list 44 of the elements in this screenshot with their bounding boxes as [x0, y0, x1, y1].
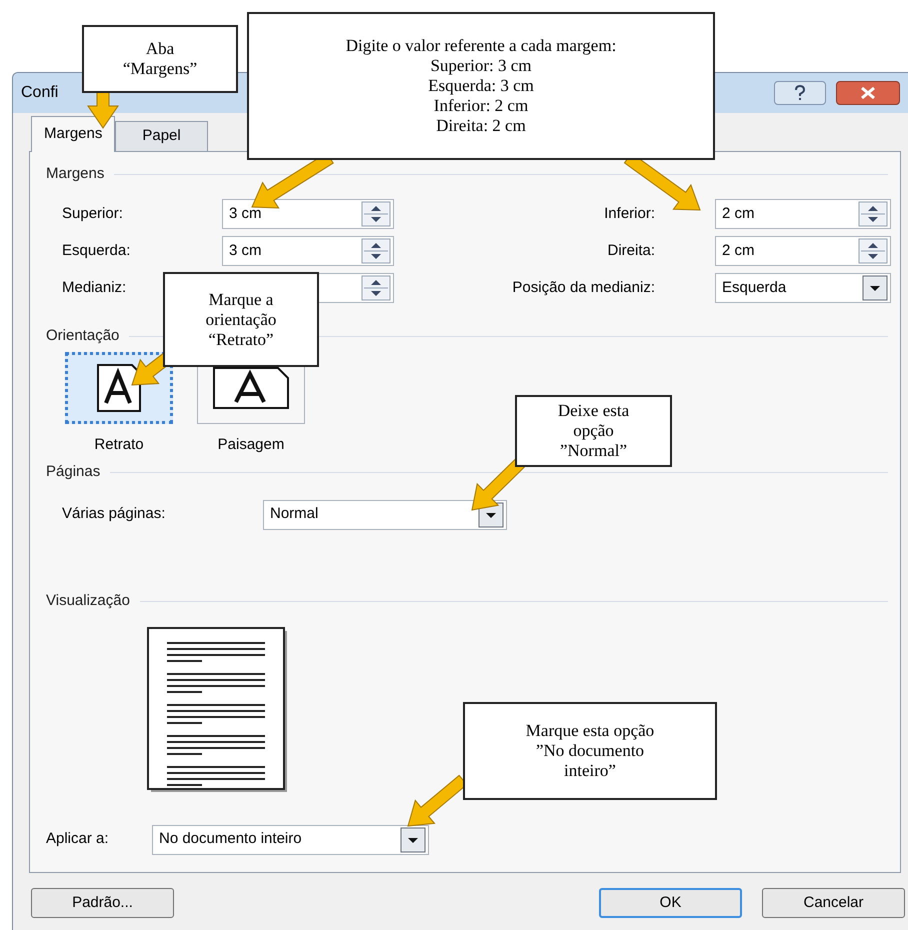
- help-icon: [794, 85, 806, 101]
- callout-text: Marque esta opção ”No documento inteiro”: [526, 721, 654, 781]
- dropdown-field[interactable]: No documento inteiro: [152, 824, 429, 854]
- tab[interactable]: Papel: [115, 121, 208, 151]
- callout-text: Marque a orientação “Retrato”: [206, 290, 276, 350]
- field-label: Medianiz:: [62, 278, 126, 298]
- field-label: Aplicar a:: [46, 829, 110, 850]
- close-icon: [860, 87, 876, 99]
- section-heading: Visualização: [46, 591, 130, 612]
- spin-arrows-icon[interactable]: [858, 201, 888, 227]
- field-label: Várias páginas:: [62, 504, 166, 524]
- dialog-button[interactable]: OK: [599, 888, 742, 918]
- dialog-button[interactable]: Padrão...: [31, 888, 174, 918]
- dropdown-field[interactable]: Normal: [263, 500, 507, 530]
- section-heading: Orientação: [46, 326, 120, 346]
- help-button[interactable]: [774, 81, 826, 105]
- section-heading: Margens: [46, 164, 104, 184]
- spin-field[interactable]: 2 cm: [715, 236, 891, 266]
- pointer-arrow: [471, 458, 525, 511]
- field-label: Superior:: [62, 204, 123, 224]
- spin-field[interactable]: 3 cm: [222, 199, 394, 229]
- spin-arrows-icon[interactable]: [858, 238, 888, 264]
- tab[interactable]: Margens: [31, 116, 116, 152]
- close-button[interactable]: [836, 81, 900, 105]
- option-label: Paisagem: [218, 435, 284, 455]
- field-label: Posição da medianiz:: [512, 278, 655, 298]
- callout-text: Digite o valor referente a cada margem: Superior: 3 cm Esquerda: 3 cm Inferior: 2 cm Direita: 2 cm: [346, 36, 616, 136]
- spin-arrows-icon[interactable]: [361, 238, 391, 264]
- portrait-page-icon: [96, 363, 142, 413]
- callout-text: Aba “Margens”: [122, 39, 198, 79]
- option-label: Retrato: [94, 435, 144, 455]
- dialog-button[interactable]: Cancelar: [762, 888, 905, 918]
- spin-field[interactable]: 3 cm: [222, 236, 394, 266]
- window-title: Confi: [21, 83, 58, 103]
- dropdown-field[interactable]: Esquerda: [715, 273, 891, 303]
- spin-arrows-icon[interactable]: [361, 201, 391, 227]
- field-label: Direita:: [607, 240, 655, 261]
- callout-text: Deixe esta opção ”Normal”: [558, 401, 630, 461]
- field-label: Esquerda:: [62, 240, 130, 261]
- section-heading: Páginas: [46, 462, 100, 482]
- field-label: Inferior:: [604, 204, 655, 224]
- orientation-option[interactable]: [65, 352, 173, 424]
- spin-field[interactable]: 2 cm: [715, 199, 891, 229]
- spin-arrows-icon[interactable]: [361, 275, 391, 301]
